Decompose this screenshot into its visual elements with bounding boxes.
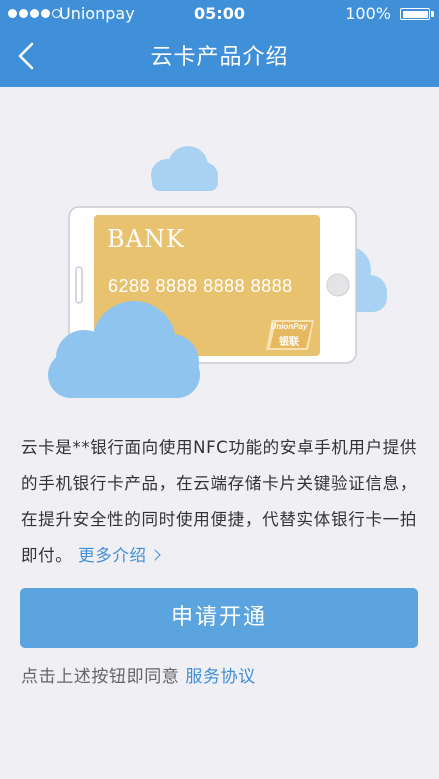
status-bar: Unionpay 05:00 100% [0, 0, 439, 28]
chevron-right-icon [148, 549, 161, 561]
unionpay-logo-en: UnionPay [270, 322, 308, 331]
service-agreement-link[interactable]: 服务协议 [185, 667, 255, 687]
page-title: 云卡产品介绍 [150, 45, 289, 70]
more-info-label: 更多介绍 [78, 546, 147, 565]
small-cloud [151, 146, 218, 191]
battery-icon [400, 8, 430, 20]
agreement-text: 点击上述按钮即同意 [21, 667, 180, 687]
more-info-link[interactable]: 更多介绍 [78, 546, 161, 565]
nav-bar: 云卡产品介绍 [0, 28, 439, 87]
header: Unionpay 05:00 100% 云卡产品介绍 [0, 0, 439, 87]
apply-button[interactable]: 申请开通 [20, 588, 418, 648]
chevron-left-icon [18, 42, 34, 70]
phone-card-illustration [48, 146, 387, 398]
hero-illustration: BANK 6288 8888 8888 8888 UnionPay 银联 [0, 130, 439, 400]
unionpay-logo-cn: 银联 [279, 337, 299, 348]
battery-percentage: 100% [345, 4, 391, 23]
app-screen: Unionpay 05:00 100% 云卡产品介绍 BANK 6288 888… [0, 0, 439, 779]
card-number: 6288 8888 8888 8888 [108, 276, 293, 296]
card-bank-name: BANK [107, 225, 185, 253]
back-button[interactable] [4, 34, 48, 78]
product-description: 云卡是**银行面向使用NFC功能的安卓手机用户提供的手机银行卡产品，在云端存储卡… [21, 430, 417, 574]
phone-speaker [75, 266, 83, 304]
phone-home-button [326, 273, 350, 297]
unionpay-logo: UnionPay 银联 [267, 319, 311, 349]
battery-nub [431, 11, 434, 17]
agreement-notice: 点击上述按钮即同意 服务协议 [21, 664, 256, 690]
